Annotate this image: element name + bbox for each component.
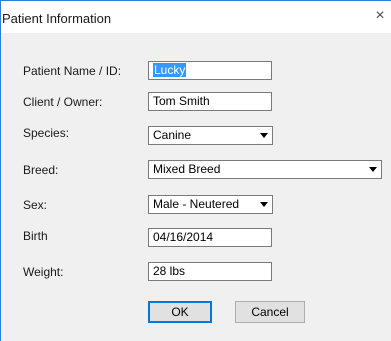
sex-label: Sex: <box>23 198 48 212</box>
birth-date-input[interactable]: 04/16/2014 <box>148 228 272 247</box>
weight-input[interactable]: 28 lbs <box>148 262 272 281</box>
title-bar: Patient Information × <box>1 0 391 33</box>
patient-name-label: Patient Name / ID: <box>23 64 122 78</box>
patient-name-value: Lucky <box>153 63 187 77</box>
sex-dropdown[interactable]: Male - Neutered <box>148 195 273 214</box>
species-value: Canine <box>153 128 192 142</box>
patient-information-dialog: Patient Information × Patient Name / ID:… <box>0 0 391 341</box>
cancel-button[interactable]: Cancel <box>235 301 305 323</box>
birth-date-value: 04/16/2014 <box>153 230 214 244</box>
species-label: Species: <box>23 126 70 140</box>
sex-value: Male - Neutered <box>153 197 240 211</box>
close-icon[interactable]: × <box>372 7 388 25</box>
breed-label: Breed: <box>23 163 59 177</box>
birth-label: Birth <box>23 229 48 243</box>
breed-dropdown[interactable]: Mixed Breed <box>148 160 382 179</box>
breed-value: Mixed Breed <box>153 162 221 176</box>
chevron-down-icon[interactable] <box>258 129 270 142</box>
chevron-down-icon[interactable] <box>258 198 270 211</box>
ok-button[interactable]: OK <box>148 301 212 323</box>
chevron-down-icon[interactable] <box>367 163 379 176</box>
weight-value: 28 lbs <box>153 264 186 278</box>
patient-name-input[interactable]: Lucky <box>148 61 272 80</box>
species-dropdown[interactable]: Canine <box>148 126 273 145</box>
client-owner-input[interactable]: Tom Smith <box>148 92 272 111</box>
client-owner-label: Client / Owner: <box>23 95 103 109</box>
client-owner-value: Tom Smith <box>153 94 210 108</box>
window-title: Patient Information <box>2 11 112 26</box>
weight-label: Weight: <box>23 265 64 279</box>
